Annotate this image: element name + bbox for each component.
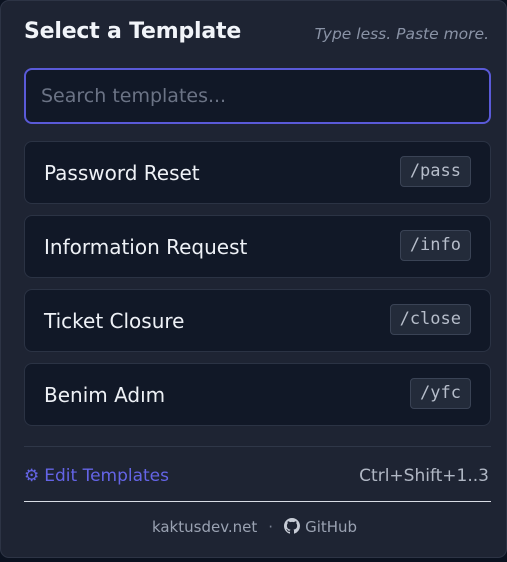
- template-name: Information Request: [44, 235, 248, 259]
- separator-dot: ·: [268, 518, 274, 536]
- shortcut-badge: /close: [389, 304, 471, 335]
- hotkey-hint: Ctrl+Shift+1..3: [359, 466, 489, 486]
- template-name: Password Reset: [44, 161, 200, 185]
- template-item-ticket-closure[interactable]: Ticket Closure /close: [24, 289, 491, 352]
- search-input[interactable]: [24, 68, 491, 124]
- gear-icon: ⚙: [24, 466, 40, 486]
- github-label: GitHub: [305, 518, 358, 536]
- footer-divider: [24, 446, 491, 447]
- edit-templates-link[interactable]: ⚙ Edit Templates: [24, 466, 169, 486]
- template-name: Ticket Closure: [44, 309, 185, 333]
- github-icon: [284, 518, 301, 534]
- template-item-password-reset[interactable]: Password Reset /pass: [24, 141, 491, 204]
- site-link[interactable]: kaktusdev.net: [152, 518, 257, 536]
- github-link[interactable]: GitHub: [284, 518, 357, 536]
- tagline: Type less. Paste more.: [314, 25, 489, 43]
- template-item-benim-adim[interactable]: Benim Adım /yfc: [24, 363, 491, 426]
- shortcut-badge: /yfc: [410, 378, 471, 409]
- shortcut-badge: /pass: [399, 156, 471, 187]
- footer-links: kaktusdev.net · GitHub: [1, 518, 507, 536]
- shortcut-badge: /info: [399, 230, 471, 261]
- template-list: Password Reset /pass Information Request…: [24, 141, 491, 437]
- template-picker-popup: Select a Template Type less. Paste more.…: [0, 0, 507, 558]
- popup-title: Select a Template: [24, 19, 242, 44]
- template-name: Benim Adım: [44, 383, 166, 407]
- template-item-information-request[interactable]: Information Request /info: [24, 215, 491, 278]
- footer-separator-line: [24, 501, 491, 502]
- edit-templates-label: Edit Templates: [44, 466, 170, 486]
